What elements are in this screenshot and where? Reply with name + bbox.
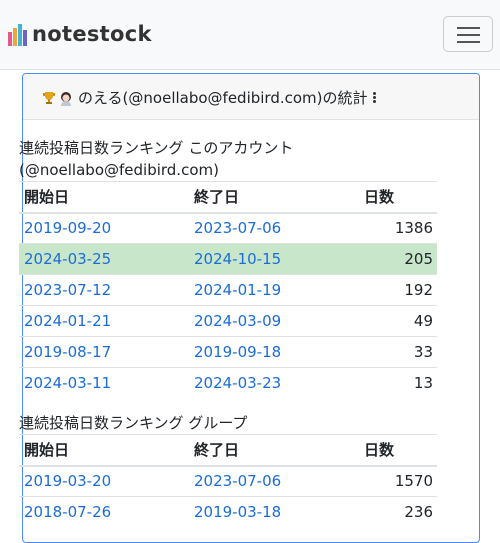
column-header-end: 終了日 [189, 181, 359, 214]
days-value: 33 [359, 336, 437, 368]
brand-name: notestock [32, 22, 152, 46]
start-date-link[interactable]: 2019-03-20 [24, 472, 111, 490]
end-date-link[interactable]: 2024-03-23 [194, 374, 281, 392]
start-date-link[interactable]: 2023-07-12 [24, 281, 111, 299]
table-header-row: 開始日 終了日 日数 [19, 181, 437, 214]
menu-toggle-button[interactable] [443, 16, 493, 52]
table-row-highlighted: 2024-03-25 2024-10-15 205 [19, 243, 437, 275]
column-header-days: 日数 [359, 434, 437, 467]
card-title-text: のえる(@noellabo@fedibird.com)の統計 [78, 89, 368, 107]
column-header-start: 開始日 [19, 434, 189, 467]
table-row: 2024-01-21 2024-03-09 49 [19, 305, 437, 337]
days-value: 236 [359, 496, 437, 528]
start-date-link[interactable]: 2024-01-21 [24, 312, 111, 330]
account-ranking-table: 開始日 終了日 日数 2019-09-20 2023-07-06 1386 20… [19, 181, 437, 399]
trophy-icon [43, 91, 55, 104]
days-value: 205 [359, 243, 437, 275]
hamburger-menu-icon [457, 27, 480, 29]
start-date-link[interactable]: 2024-03-11 [24, 374, 111, 392]
table-row: 2019-09-20 2023-07-06 1386 [19, 212, 437, 244]
table-header-row: 開始日 終了日 日数 [19, 434, 437, 467]
avatar-icon [61, 91, 71, 106]
days-value: 192 [359, 274, 437, 306]
start-date-link[interactable]: 2019-09-20 [24, 219, 111, 237]
table-row: 2019-03-20 2023-07-06 1570 [19, 465, 437, 497]
end-date-link[interactable]: 2019-03-18 [194, 503, 281, 521]
start-date-link[interactable]: 2024-03-25 [24, 250, 111, 268]
table-row: 2019-08-17 2019-09-18 33 [19, 336, 437, 368]
end-date-link[interactable]: 2024-01-19 [194, 281, 281, 299]
end-date-link[interactable]: 2024-10-15 [194, 250, 281, 268]
table-row: 2024-03-11 2024-03-23 13 [19, 367, 437, 399]
start-date-link[interactable]: 2018-07-26 [24, 503, 111, 521]
column-header-end: 終了日 [189, 434, 359, 467]
group-ranking-table: 開始日 終了日 日数 2019-03-20 2023-07-06 1570 20… [19, 434, 437, 528]
days-value: 1386 [359, 212, 437, 244]
end-date-link[interactable]: 2023-07-06 [194, 472, 281, 490]
column-header-days: 日数 [359, 181, 437, 214]
end-date-link[interactable]: 2023-07-06 [194, 219, 281, 237]
days-value: 49 [359, 305, 437, 337]
table-row: 2023-07-12 2024-01-19 192 [19, 274, 437, 306]
table-row: 2018-07-26 2019-03-18 236 [19, 496, 437, 528]
start-date-link[interactable]: 2019-08-17 [24, 343, 111, 361]
column-header-start: 開始日 [19, 181, 189, 214]
days-value: 13 [359, 367, 437, 399]
kebab-menu-icon[interactable] [372, 91, 378, 104]
navbar: notestock [0, 0, 500, 70]
days-value: 1570 [359, 465, 437, 497]
card-header: のえる(@noellabo@fedibird.com)の統計 [23, 74, 479, 120]
notestock-logo-icon [8, 24, 27, 46]
card-title: のえる(@noellabo@fedibird.com)の統計 [42, 87, 378, 108]
account-ranking-title: 連続投稿日数ランキング このアカウント (@noellabo@fedibird.… [19, 139, 294, 179]
group-ranking-title: 連続投稿日数ランキング グループ [19, 414, 248, 432]
end-date-link[interactable]: 2019-09-18 [194, 343, 281, 361]
end-date-link[interactable]: 2024-03-09 [194, 312, 281, 330]
